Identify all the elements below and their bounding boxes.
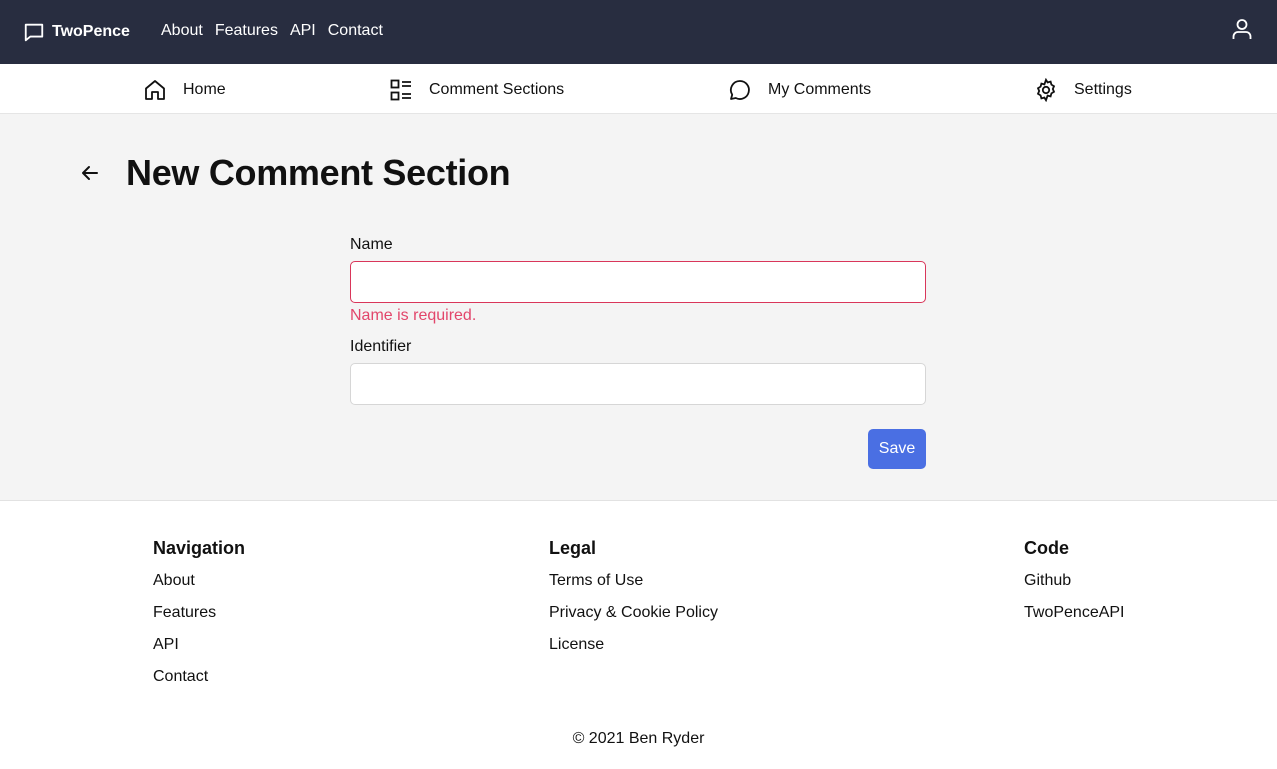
subnav-label-settings: Settings (1074, 81, 1132, 98)
footer-heading-code: Code (1024, 538, 1069, 558)
name-error-message: Name is required. (350, 307, 477, 324)
copyright-text: © 2021 Ben Ryder (572, 730, 705, 747)
identifier-input[interactable] (350, 363, 926, 405)
name-label: Name (350, 236, 393, 253)
footer-navigation-column: Navigation About Features API Contact (153, 538, 245, 700)
arrow-left-icon[interactable] (78, 161, 102, 185)
footer-link-terms[interactable]: Terms of Use (549, 572, 718, 604)
nav-link-features[interactable]: Features (215, 22, 278, 40)
footer-heading-navigation: Navigation (153, 538, 246, 558)
nav-link-contact[interactable]: Contact (328, 22, 383, 40)
footer-link-contact[interactable]: Contact (153, 668, 245, 700)
gear-icon (1036, 78, 1056, 102)
subnav-item-my-comments[interactable]: My Comments (728, 77, 871, 103)
nav-link-api[interactable]: API (290, 22, 316, 40)
list-grid-icon (390, 79, 411, 101)
footer: Navigation About Features API Contact Le… (0, 502, 1277, 769)
subnav-item-comment-sections[interactable]: Comment Sections (389, 77, 564, 103)
subnav-label-my-comments: My Comments (768, 81, 872, 98)
app-subnav: Home Comment Sections My Comments Settin… (0, 64, 1277, 114)
footer-link-about[interactable]: About (153, 572, 245, 604)
user-icon[interactable] (1230, 17, 1254, 41)
brand-name: TwoPence (52, 23, 130, 40)
nav-link-about[interactable]: About (161, 22, 203, 40)
comment-icon (729, 80, 750, 100)
top-navbar: TwoPence About Features API Contact (0, 0, 1277, 64)
page-title: New Comment Section (126, 152, 511, 193)
home-icon (145, 80, 165, 100)
subnav-label-comment-sections: Comment Sections (429, 81, 565, 98)
footer-link-github[interactable]: Github (1024, 572, 1125, 604)
save-button[interactable]: Save (868, 429, 926, 469)
footer-code-column: Code Github TwoPenceAPI (1024, 538, 1125, 636)
footer-link-api[interactable]: API (153, 636, 245, 668)
footer-link-twopenceapi[interactable]: TwoPenceAPI (1024, 604, 1125, 636)
footer-link-privacy[interactable]: Privacy & Cookie Policy (549, 604, 718, 636)
name-input[interactable] (350, 261, 926, 303)
footer-heading-legal: Legal (549, 538, 597, 558)
footer-link-license[interactable]: License (549, 636, 718, 668)
chat-bubble-icon (24, 23, 44, 42)
top-nav-links: About Features API Contact (161, 22, 383, 40)
brand-link[interactable]: TwoPence (23, 20, 130, 44)
main-content: New Comment Section Name Name is require… (0, 114, 1277, 501)
identifier-label: Identifier (350, 338, 412, 355)
footer-link-features[interactable]: Features (153, 604, 245, 636)
subnav-item-home[interactable]: Home (143, 77, 226, 103)
subnav-label-home: Home (183, 81, 226, 98)
subnav-item-settings[interactable]: Settings (1034, 77, 1132, 103)
footer-legal-column: Legal Terms of Use Privacy & Cookie Poli… (549, 538, 718, 668)
